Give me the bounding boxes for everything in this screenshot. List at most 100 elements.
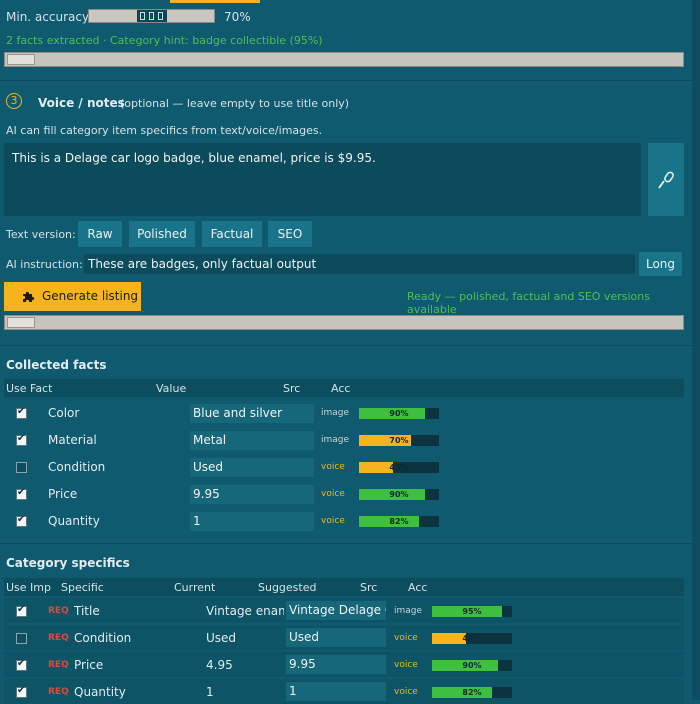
- col-src: Src: [283, 382, 301, 395]
- specific-accuracy-bar: 82%: [432, 687, 512, 698]
- required-badge: REQ: [48, 606, 69, 616]
- specific-current-value: 1: [206, 685, 214, 699]
- microphone-icon: [658, 171, 674, 189]
- ai-instruction-label: AI instruction:: [6, 258, 83, 271]
- fact-value-input[interactable]: Used: [190, 458, 314, 477]
- accuracy-value: 70%: [224, 10, 251, 24]
- fact-accuracy-bar: 82%: [359, 516, 439, 527]
- fact-accuracy-bar: 70%: [359, 435, 439, 446]
- specific-current-value: 4.95: [206, 658, 233, 672]
- fact-accuracy-bar: 46%: [359, 462, 439, 473]
- specific-use-checkbox[interactable]: [16, 685, 27, 698]
- required-badge: REQ: [48, 633, 69, 643]
- specific-source: voice: [394, 633, 418, 643]
- accuracy-label: 82%: [462, 688, 482, 697]
- fact-name: Quantity: [48, 514, 100, 528]
- fact-source: voice: [321, 516, 345, 526]
- ai-instruction-input[interactable]: These are badges, only factual output: [84, 254, 635, 274]
- category-specifics-title: Category specifics: [6, 556, 130, 570]
- voice-section-hint: (optional — leave empty to use title onl…: [120, 97, 350, 110]
- col-suggested: Suggested: [258, 581, 317, 594]
- facts-status: 2 facts extracted · Category hint: badge…: [6, 34, 323, 47]
- col-use: Use: [6, 382, 27, 395]
- microphone-button[interactable]: [648, 143, 684, 216]
- slider-thumb[interactable]: [137, 10, 167, 22]
- fact-use-checkbox[interactable]: [16, 406, 27, 419]
- col-use: Use: [6, 581, 27, 594]
- col-current: Current: [174, 581, 216, 594]
- fact-name: Color: [48, 406, 80, 420]
- required-badge: REQ: [48, 660, 69, 670]
- specific-use-checkbox[interactable]: [16, 658, 27, 671]
- generate-status: Ready — polished, factual and SEO versio…: [407, 290, 650, 316]
- collected-facts-title: Collected facts: [6, 358, 107, 372]
- specific-name: Title: [74, 604, 100, 618]
- specific-suggested-input[interactable]: Used: [286, 628, 386, 647]
- version-factual-button[interactable]: Factual: [202, 221, 262, 247]
- specific-use-checkbox[interactable]: [16, 604, 27, 617]
- fact-accuracy-bar: 90%: [359, 489, 439, 500]
- col-acc: Acc: [408, 581, 428, 594]
- specific-suggested-input[interactable]: 9.95: [286, 655, 386, 674]
- voice-notes-textarea[interactable]: This is a Delage car logo badge, blue en…: [4, 143, 641, 216]
- accuracy-label: 82%: [389, 517, 409, 526]
- fact-source: voice: [321, 462, 345, 472]
- vertical-scrollbar[interactable]: [692, 0, 700, 700]
- col-value: Value: [156, 382, 187, 395]
- specific-name: Quantity: [74, 685, 126, 699]
- specific-current-value: Vintage ename: [206, 604, 284, 618]
- collected-facts-header: Use Fact Value Src Acc: [4, 379, 684, 397]
- generate-listing-button[interactable]: Generate listing: [4, 282, 141, 311]
- fact-value-input[interactable]: 1: [190, 512, 314, 531]
- specific-use-checkbox[interactable]: [16, 633, 27, 644]
- generate-listing-label: Generate listing: [42, 289, 139, 303]
- long-button[interactable]: Long: [639, 252, 682, 276]
- specific-accuracy-bar: 95%: [432, 606, 512, 617]
- fact-use-checkbox[interactable]: [16, 462, 27, 473]
- specific-source: voice: [394, 687, 418, 697]
- fact-name: Material: [48, 433, 97, 447]
- required-badge: REQ: [48, 687, 69, 697]
- fact-name: Condition: [48, 460, 106, 474]
- fact-value-input[interactable]: 9.95: [190, 485, 314, 504]
- accuracy-label: 90%: [462, 661, 482, 670]
- col-acc: Acc: [331, 382, 351, 395]
- step-badge: 3: [6, 93, 22, 109]
- ai-instruction-text: These are badges, only factual output: [88, 257, 317, 271]
- fact-value-input[interactable]: Metal: [190, 431, 314, 450]
- specific-source: voice: [394, 660, 418, 670]
- fact-source: voice: [321, 489, 345, 499]
- fact-source: image: [321, 435, 350, 445]
- specific-suggested-input[interactable]: 1: [286, 682, 386, 701]
- voice-notes-text: This is a Delage car logo badge, blue en…: [12, 151, 376, 165]
- specific-accuracy-bar: 90%: [432, 660, 512, 671]
- ai-info-text: AI can fill category item specifics from…: [6, 124, 323, 137]
- accuracy-label: 46%: [462, 634, 482, 643]
- horizontal-scrollbar-2[interactable]: [4, 315, 684, 330]
- accuracy-slider[interactable]: [88, 9, 215, 23]
- specific-name: Condition: [74, 631, 132, 645]
- accuracy-label: 95%: [462, 607, 482, 616]
- fact-source: image: [321, 408, 350, 418]
- fact-use-checkbox[interactable]: [16, 514, 27, 527]
- accuracy-label: 90%: [389, 409, 409, 418]
- col-fact: Fact: [30, 382, 53, 395]
- category-specifics-header: Use Imp Specific Current Suggested Src A…: [4, 578, 684, 596]
- horizontal-scrollbar-1[interactable]: [4, 52, 684, 67]
- fact-name: Price: [48, 487, 78, 501]
- version-polished-button[interactable]: Polished: [129, 221, 195, 247]
- col-src: Src: [360, 581, 378, 594]
- specific-suggested-input[interactable]: Vintage Delage Car: [286, 601, 386, 620]
- specific-name: Price: [74, 658, 104, 672]
- puzzle-icon: [23, 291, 35, 302]
- version-seo-button[interactable]: SEO: [268, 221, 312, 247]
- active-tab-indicator: [170, 0, 260, 3]
- version-raw-button[interactable]: Raw: [78, 221, 122, 247]
- fact-use-checkbox[interactable]: [16, 433, 27, 446]
- fact-use-checkbox[interactable]: [16, 487, 27, 500]
- specific-accuracy-bar: 46%: [432, 633, 512, 644]
- min-accuracy-label: Min. accuracy:: [6, 10, 93, 24]
- col-imp: Imp: [30, 581, 51, 594]
- voice-section-title: Voice / notes: [38, 96, 125, 110]
- fact-value-input[interactable]: Blue and silver: [190, 404, 314, 423]
